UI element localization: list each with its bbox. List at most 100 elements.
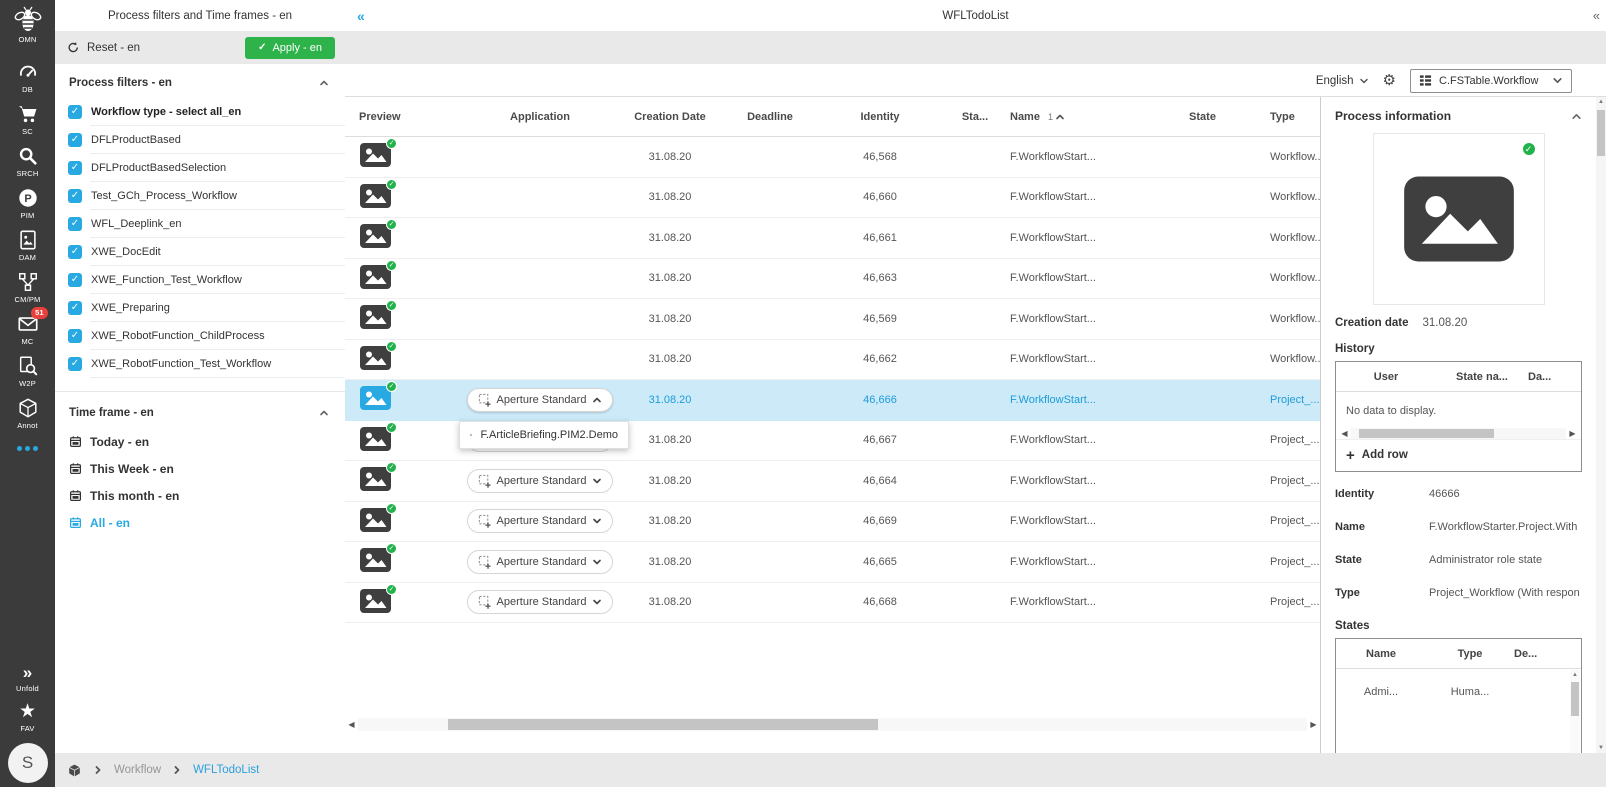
rail-item-pim[interactable]: P PIM	[17, 187, 39, 220]
history-horizontal-scrollbar[interactable]: ◀ ▶	[1338, 428, 1579, 439]
scrollbar-thumb[interactable]	[1597, 110, 1605, 156]
process-information-header[interactable]: Process information	[1335, 109, 1582, 123]
scroll-right-arrow[interactable]: ▶	[1307, 718, 1320, 731]
checkbox-checked[interactable]: ✓	[68, 329, 82, 343]
checkbox-checked[interactable]: ✓	[68, 273, 82, 287]
table-row[interactable]: ✓ 31.08.20 46,663 F.WorkflowStart... Wor…	[345, 259, 1320, 300]
scroll-right-arrow[interactable]: ▶	[1566, 428, 1579, 439]
table-row[interactable]: ✓ 31.08.20 46,661 F.WorkflowStart... Wor…	[345, 218, 1320, 259]
rail-item-w2p[interactable]: W2P	[17, 355, 39, 388]
workflow-type-filter-item[interactable]: ✓ Test_GCh_Process_Workflow	[55, 182, 345, 210]
breadcrumb-workflow[interactable]: Workflow	[114, 764, 161, 776]
workflow-type-filter-item[interactable]: ✓ XWE_RobotFunction_ChildProcess	[55, 322, 345, 350]
collapse-left-panel-button[interactable]: «	[357, 8, 365, 24]
scroll-left-arrow[interactable]: ◀	[345, 718, 358, 731]
checkbox-checked[interactable]: ✓	[68, 161, 82, 175]
table-row[interactable]: ✓ 31.08.20 46,662 F.WorkflowStart... Wor…	[345, 340, 1320, 381]
rail-item-dam[interactable]: DAM	[17, 229, 39, 262]
column-header-name[interactable]: Name1	[1010, 111, 1135, 123]
rail-item-mc[interactable]: 51 MC	[17, 313, 39, 346]
rail-item-db[interactable]: DB	[17, 61, 39, 94]
scrollbar-thumb[interactable]	[448, 719, 878, 730]
application-launch-button[interactable]: Aperture Standard	[467, 469, 614, 493]
time-frame-item[interactable]: This Week - en	[55, 455, 345, 482]
column-header[interactable]: Type	[1270, 111, 1320, 123]
aperture-add-icon	[478, 514, 491, 528]
checkbox-checked[interactable]: ✓	[68, 189, 82, 203]
rail-item-annot[interactable]: Annot	[17, 397, 39, 430]
states-vertical-scrollbar[interactable]: ▲	[1570, 670, 1580, 753]
workflow-type-filter-item[interactable]: ✓ XWE_Preparing	[55, 294, 345, 322]
language-dropdown[interactable]: English	[1316, 75, 1369, 87]
rail-logo-omn[interactable]: OMN	[13, 6, 43, 44]
workflow-type-filter-item[interactable]: ✓ WFL_Deeplink_en	[55, 210, 345, 238]
checkbox-checked[interactable]: ✓	[68, 133, 82, 147]
table-row[interactable]: ✓ 31.08.20 46,660 F.WorkflowStart... Wor…	[345, 178, 1320, 219]
process-filters-section-header[interactable]: Process filters - en	[55, 68, 345, 98]
creation-date-cell: 31.08.20	[620, 596, 720, 608]
time-frame-section-header[interactable]: Time frame - en	[55, 398, 345, 428]
table-row[interactable]: ✓ Aperture Standard 31.08.20 46,668 F.Wo…	[345, 583, 1320, 624]
time-frame-item[interactable]: Today - en	[55, 428, 345, 455]
time-frame-item[interactable]: This month - en	[55, 482, 345, 509]
scrollbar-thumb[interactable]	[1571, 682, 1579, 716]
column-header[interactable]: Identity	[820, 111, 940, 123]
table-row[interactable]: ✓ 31.08.20 46,569 F.WorkflowStart... Wor…	[345, 299, 1320, 340]
application-launch-button[interactable]: Aperture Standard	[467, 550, 614, 574]
workflow-type-filter-item[interactable]: ✓ DFLProductBasedSelection	[55, 154, 345, 182]
apply-button[interactable]: ✓ Apply - en	[245, 37, 335, 59]
status-check-badge: ✓	[386, 138, 397, 149]
workflow-type-filter-item[interactable]: ✓ XWE_RobotFunction_Test_Workflow	[55, 350, 345, 378]
workflow-type-filter-item[interactable]: ✓ Workflow type - select all_en	[55, 98, 345, 126]
rail-fav-button[interactable]: ★ FAV	[19, 702, 36, 733]
checkbox-checked[interactable]: ✓	[68, 217, 82, 231]
scrollbar-track[interactable]	[358, 718, 1307, 731]
breadcrumb-wfltodolist[interactable]: WFLTodoList	[193, 764, 259, 776]
table-horizontal-scrollbar[interactable]: ◀ ▶	[345, 718, 1320, 731]
rail-item-sc[interactable]: SC	[17, 103, 39, 136]
application-launch-button[interactable]: Aperture Standard	[467, 388, 614, 412]
workflow-type-filter-item[interactable]: ✓ XWE_DocEdit	[55, 238, 345, 266]
scrollbar-thumb[interactable]	[1359, 429, 1494, 438]
application-launch-button[interactable]: Aperture Standard	[467, 509, 614, 533]
checkbox-checked[interactable]: ✓	[68, 245, 82, 259]
rail-item-srch[interactable]: SRCH	[16, 145, 38, 178]
rail-more-button[interactable]	[17, 446, 38, 451]
checkbox-checked[interactable]: ✓	[68, 105, 82, 119]
workflow-type-filter-item[interactable]: ✓ XWE_Function_Test_Workflow	[55, 266, 345, 294]
application-launch-button[interactable]: Aperture Standard	[467, 590, 614, 614]
rail-unfold-button[interactable]: » Unfold	[16, 664, 39, 693]
column-header[interactable]: Application	[460, 111, 620, 123]
scroll-down-arrow[interactable]: ▼	[1598, 743, 1604, 753]
settings-gear-icon[interactable]: ⚙	[1383, 73, 1396, 88]
checkbox-checked[interactable]: ✓	[68, 301, 82, 315]
reset-button[interactable]: Reset - en	[67, 41, 140, 54]
application-menu[interactable]: F.ArticleBriefing.PIM2.Demo	[459, 421, 629, 449]
table-row[interactable]: ✓ Aperture Standard 31.08.20 46,664 F.Wo…	[345, 461, 1320, 502]
rail-item-cmpm[interactable]: CM/PM	[15, 271, 41, 304]
scroll-up-arrow[interactable]: ▲	[1572, 670, 1578, 680]
scroll-left-arrow[interactable]: ◀	[1338, 428, 1351, 439]
workflow-type-filter-item[interactable]: ✓ DFLProductBased	[55, 126, 345, 154]
field-label: State	[1335, 554, 1429, 566]
column-header[interactable]: State	[1135, 111, 1270, 123]
column-header[interactable]: Creation Date	[620, 111, 720, 123]
module-cube-icon[interactable]	[67, 763, 82, 778]
column-header[interactable]: Deadline	[720, 111, 820, 123]
checkbox-checked[interactable]: ✓	[68, 357, 82, 371]
scroll-up-arrow[interactable]: ▲	[1598, 97, 1604, 107]
time-frame-item[interactable]: All - en	[55, 509, 345, 536]
collapse-right-panel-button[interactable]: «	[1593, 8, 1600, 23]
table-row[interactable]: ✓ Aperture Standard 31.08.20 46,666 F.Wo…	[345, 380, 1320, 421]
column-header[interactable]: Preview	[345, 111, 460, 123]
table-row[interactable]: ✓ Aperture Standard 31.08.20 46,669 F.Wo…	[345, 502, 1320, 543]
states-table-row[interactable]: Admi... Huma...	[1336, 669, 1581, 698]
panel-vertical-scrollbar[interactable]: ▲ ▼	[1596, 97, 1606, 753]
add-row-button[interactable]: + Add row	[1336, 439, 1581, 471]
table-view-select[interactable]: C.FSTable.Workflow	[1410, 69, 1572, 93]
user-avatar[interactable]: S	[8, 743, 48, 783]
table-row[interactable]: ✓ 31.08.20 46,568 F.WorkflowStart... Wor…	[345, 137, 1320, 178]
table-row[interactable]: ✓ Aperture Standard 31.08.20 46,665 F.Wo…	[345, 542, 1320, 583]
scrollbar-track[interactable]	[1351, 428, 1566, 439]
column-header[interactable]: Sta...	[940, 111, 1010, 123]
